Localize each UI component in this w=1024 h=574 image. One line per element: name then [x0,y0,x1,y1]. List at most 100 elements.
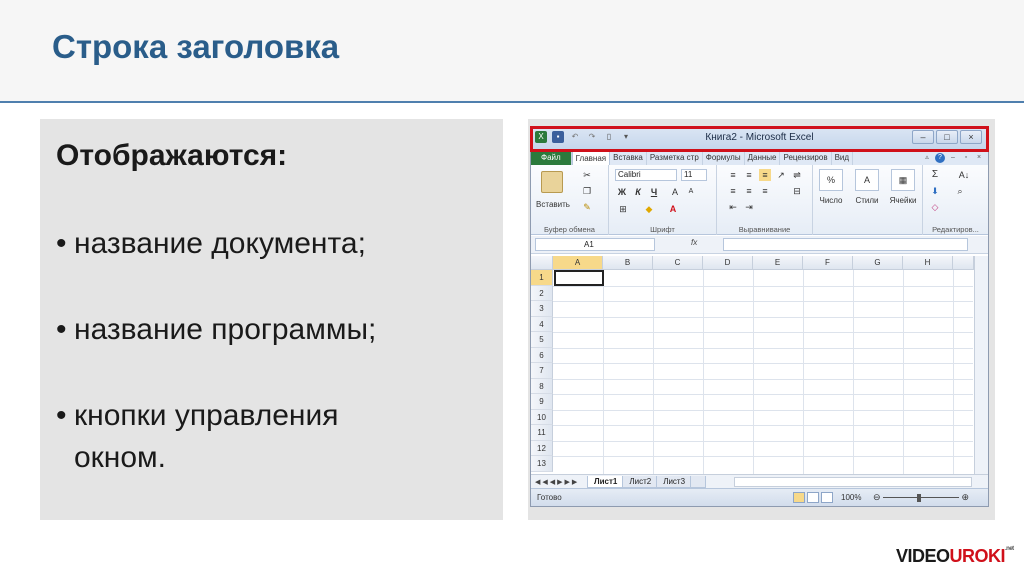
cells-label[interactable]: Ячейки [885,195,921,207]
styles-label[interactable]: Стили [849,195,885,207]
merge-icon[interactable]: ⊟ [791,185,803,197]
sheet-tab[interactable]: Лист3 [656,475,693,488]
doc-close-icon[interactable]: × [974,153,984,163]
new-sheet-icon[interactable] [690,475,707,488]
bullet-item: • кнопки управления окном. [56,395,338,479]
horizontal-scrollbar[interactable] [734,476,972,487]
brand-text: VIDEO [896,546,950,566]
name-box[interactable]: A1 [535,238,655,251]
zoom-slider[interactable]: ⊖ ⊕ [873,492,969,503]
sheet-tab[interactable]: Лист1 [587,475,625,488]
tab-home[interactable]: Главная [571,151,611,165]
font-size-select[interactable]: 11 [681,169,707,181]
minimize-ribbon-icon[interactable]: ▵ [922,153,932,163]
align-top-icon[interactable]: ≡ [727,169,739,181]
help-icon[interactable]: ? [935,153,945,163]
zoom-in-icon[interactable]: ⊕ [961,492,969,503]
doc-minimize-icon[interactable]: – [948,153,958,163]
fill-icon[interactable]: ⬇ [929,185,941,197]
row-header[interactable]: 9 [531,394,553,410]
row-header[interactable]: 2 [531,285,553,301]
clear-icon[interactable]: ◇ [929,201,941,213]
tab-view[interactable]: Вид [832,151,854,165]
bold-button[interactable]: Ж [617,186,627,198]
minimize-button[interactable]: – [912,130,934,144]
formula-input[interactable] [723,238,968,251]
cells-icon[interactable]: ▦ [891,169,915,191]
column-header[interactable]: B [603,256,653,270]
zoom-thumb[interactable] [917,494,921,502]
shrink-font-icon[interactable]: A [685,186,697,198]
tab-insert[interactable]: Вставка [610,151,647,165]
align-right-icon[interactable]: ≡ [759,185,771,197]
fill-color-icon[interactable]: ◆ [643,203,655,215]
font-name-select[interactable]: Calibri [615,169,677,181]
column-header[interactable]: D [703,256,753,270]
row-header[interactable]: 11 [531,425,553,441]
normal-view-icon[interactable] [793,492,805,503]
row-header[interactable]: 13 [531,456,553,472]
tab-file[interactable]: Файл [531,151,572,165]
row-header[interactable]: 6 [531,347,553,363]
underline-button[interactable]: Ч [649,186,659,198]
column-header[interactable]: F [803,256,853,270]
close-button[interactable]: × [960,130,982,144]
row-header[interactable]: 8 [531,378,553,394]
excel-title-bar[interactable]: X ▪ ↶ ↷ ▯ ▾ Книга2 - Microsoft Excel – □… [531,127,988,149]
font-color-icon[interactable]: A [667,203,679,215]
tab-data[interactable]: Данные [745,151,781,165]
ribbon-tabs: Файл Главная Вставка Разметка стр Формул… [531,149,988,165]
column-header[interactable]: H [903,256,953,270]
row-header[interactable]: 5 [531,332,553,348]
sheet-tab[interactable]: Лист2 [622,475,659,488]
vertical-scrollbar[interactable] [974,256,988,474]
column-header[interactable]: C [653,256,703,270]
orientation-icon[interactable]: ↗ [775,169,787,181]
zoom-out-icon[interactable]: ⊖ [873,492,881,503]
sort-filter-icon[interactable]: A↓ [953,169,975,181]
paste-label[interactable]: Вставить [533,199,573,211]
grow-font-icon[interactable]: A [669,186,681,198]
borders-icon[interactable]: ⊞ [617,203,629,215]
page-break-view-icon[interactable] [821,492,833,503]
doc-restore-icon[interactable]: ▫ [961,153,971,163]
tab-review[interactable]: Рецензиров [780,151,832,165]
find-icon[interactable]: ⌕ [953,185,967,197]
sheet-nav-arrows-icon[interactable]: ◀◀◀▶▶▶ [531,478,587,486]
column-header[interactable]: E [753,256,803,270]
maximize-button[interactable]: □ [936,130,958,144]
align-center-icon[interactable]: ≡ [743,185,755,197]
increase-indent-icon[interactable]: ⇥ [743,201,755,213]
column-header-partial[interactable] [953,256,974,270]
column-header[interactable]: G [853,256,903,270]
tab-formulas[interactable]: Формулы [703,151,745,165]
copy-icon[interactable]: ❐ [581,185,593,197]
insert-function-icon[interactable]: fx [691,238,697,247]
page-layout-view-icon[interactable] [807,492,819,503]
row-header[interactable]: 10 [531,409,553,425]
wrap-text-icon[interactable]: ⇌ [791,169,803,181]
row-header[interactable]: 4 [531,316,553,332]
tab-page-layout[interactable]: Разметка стр [647,151,703,165]
align-bottom-icon[interactable]: ≡ [759,169,771,181]
styles-icon[interactable]: A [855,169,879,191]
align-middle-icon[interactable]: ≡ [743,169,755,181]
row-header[interactable]: 1 [531,270,553,286]
number-label[interactable]: Число [813,195,849,207]
format-painter-icon[interactable]: ✎ [581,201,593,213]
percent-icon[interactable]: % [819,169,843,191]
active-cell-a1[interactable] [554,270,604,286]
cut-icon[interactable]: ✂ [581,169,593,181]
align-left-icon[interactable]: ≡ [727,185,739,197]
row-header[interactable]: 12 [531,440,553,456]
autosum-icon[interactable]: Σ [929,169,941,181]
select-all-corner[interactable] [531,256,553,270]
paste-icon[interactable] [541,171,563,193]
decrease-indent-icon[interactable]: ⇤ [727,201,739,213]
column-header[interactable]: A [553,256,603,270]
row-header[interactable]: 7 [531,363,553,379]
zoom-level[interactable]: 100% [841,493,861,502]
worksheet-grid[interactable]: A B C D E F G H 1 2 3 4 5 6 7 8 9 10 11 … [531,256,988,474]
row-header[interactable]: 3 [531,301,553,317]
italic-button[interactable]: К [633,186,643,198]
